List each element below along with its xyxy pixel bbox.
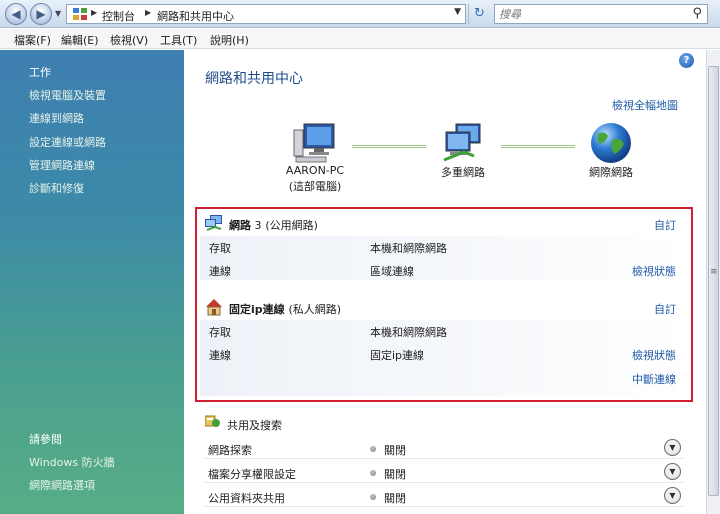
sharing-row-value: 關閉 [384,492,406,505]
multiple-networks-icon[interactable] [440,122,486,164]
see-also-heading: 請參閱 [29,433,62,446]
search-box[interactable]: ⚲ [494,4,708,24]
help-icon[interactable]: ? [679,53,694,68]
view-full-map-link[interactable]: 檢視全幅地圖 [612,97,678,113]
network-1-access-label: 存取 [209,242,231,255]
expand-chevron-icon[interactable]: ▼ [664,439,681,456]
sharing-row-label: 檔案分享權限設定 [208,468,296,481]
task-connect-network[interactable]: 連線到網路 [29,110,84,126]
network-1-customize-link[interactable]: 自訂 [654,217,676,233]
connection-line [352,145,426,148]
task-diagnose-repair[interactable]: 診斷和修復 [29,180,84,196]
expand-chevron-icon[interactable]: ▼ [664,487,681,504]
task-setup-connection[interactable]: 設定連線或網路 [29,134,106,150]
refresh-button[interactable]: ↻ [468,4,490,24]
status-off-icon [370,446,376,452]
private-network-house-icon [206,299,222,316]
internet-label: 網際網路 [589,166,633,179]
public-network-icon [205,215,222,231]
sharing-row-label: 公用資料夾共用 [208,492,285,505]
network-1-title: 網路 3 (公用網路) [229,219,318,232]
network-list-highlight: 網路 3 (公用網路) 自訂 存取 本機和網際網路 連線 區域連線 檢視狀態 固… [195,207,693,402]
computer-name: AARON-PC [285,164,345,177]
network-1-access-value: 本機和網際網路 [370,242,447,255]
breadcrumb-network-center[interactable]: 網路和共用中心 [157,8,234,24]
task-heading: 工作 [29,66,51,79]
recent-pages-dropdown[interactable]: ▼ [55,9,61,18]
computer-icon[interactable] [292,122,338,164]
forward-button[interactable]: ▶ [30,3,52,25]
connection-line [501,145,575,148]
network-1-connection-value: 區域連線 [370,265,414,278]
network-2-customize-link[interactable]: 自訂 [654,301,676,317]
network-2-title: 固定ip連線 (私人網路) [229,303,342,316]
computer-sub-label: (這部電腦) [288,180,342,193]
task-view-computers[interactable]: 檢視電腦及裝置 [29,87,106,103]
menu-help[interactable]: 說明(H) [210,32,249,48]
back-button[interactable]: ◀ [5,3,27,25]
address-field[interactable]: ▶ 控制台 ▶ 網路和共用中心 ▼ [66,4,466,24]
sharing-heading: 共用及搜索 [227,419,282,432]
sharing-row-label: 網路探索 [208,444,252,457]
link-windows-firewall[interactable]: Windows 防火牆 [29,454,115,470]
scrollbar-thumb[interactable] [708,66,719,496]
breadcrumb-separator[interactable]: ▶ [145,8,151,17]
status-off-icon [370,470,376,476]
task-manage-connections[interactable]: 管理網路連線 [29,157,95,173]
network-2-connection-value: 固定ip連線 [370,349,425,362]
address-bar: ◀ ▶ ▼ ▶ 控制台 ▶ 網路和共用中心 ▼ ↻ ⚲ [0,0,720,28]
task-pane: 工作 檢視電腦及裝置 連線到網路 設定連線或網路 管理網路連線 診斷和修復 請參… [0,50,184,514]
menu-edit[interactable]: 編輯(E) [61,32,99,48]
vertical-scrollbar[interactable] [706,50,720,514]
sharing-icon [205,415,220,427]
menu-file[interactable]: 檔案(F) [14,32,51,48]
address-dropdown[interactable]: ▼ [454,7,461,17]
network-2-access-label: 存取 [209,326,231,339]
multiple-networks-label: 多重網路 [441,166,485,179]
network-2-view-status-link[interactable]: 檢視狀態 [632,347,676,363]
search-input[interactable] [499,5,679,23]
link-internet-options[interactable]: 網際網路選項 [29,477,95,493]
menu-tools[interactable]: 工具(T) [160,32,197,48]
breadcrumb-control-panel[interactable]: 控制台 [102,8,135,24]
sharing-row-file-sharing: 檔案分享權限設定 關閉 ▼ [204,461,684,483]
expand-chevron-icon[interactable]: ▼ [664,463,681,480]
network-1-details: 存取 本機和網際網路 連線 區域連線 檢視狀態 [200,236,688,280]
search-icon[interactable]: ⚲ [692,6,702,21]
page-title: 網路和共用中心 [205,71,303,87]
network-1-view-status-link[interactable]: 檢視狀態 [632,263,676,279]
network-2-connection-label: 連線 [209,349,231,362]
breadcrumb-separator[interactable]: ▶ [91,8,97,17]
status-off-icon [370,494,376,500]
internet-globe-icon[interactable] [588,120,634,166]
sharing-row-network-discovery: 網路探索 關閉 ▼ [204,437,684,459]
network-2-disconnect-link[interactable]: 中斷連線 [632,371,676,387]
menu-bar: 檔案(F) 編輯(E) 檢視(V) 工具(T) 說明(H) [0,29,720,49]
network-2-details: 存取 本機和網際網路 連線 固定ip連線 檢視狀態 中斷連線 [200,320,688,396]
network-2-access-value: 本機和網際網路 [370,326,447,339]
sharing-row-value: 關閉 [384,468,406,481]
sharing-row-public-folder: 公用資料夾共用 關閉 ▼ [204,485,684,507]
network-1-connection-label: 連線 [209,265,231,278]
main-content: ? 網路和共用中心 檢視全幅地圖 AARON-PC (這部電腦) 多重網路 網際… [184,50,706,514]
sharing-row-value: 關閉 [384,444,406,457]
control-panel-icon [73,8,87,20]
menu-view[interactable]: 檢視(V) [110,32,148,48]
